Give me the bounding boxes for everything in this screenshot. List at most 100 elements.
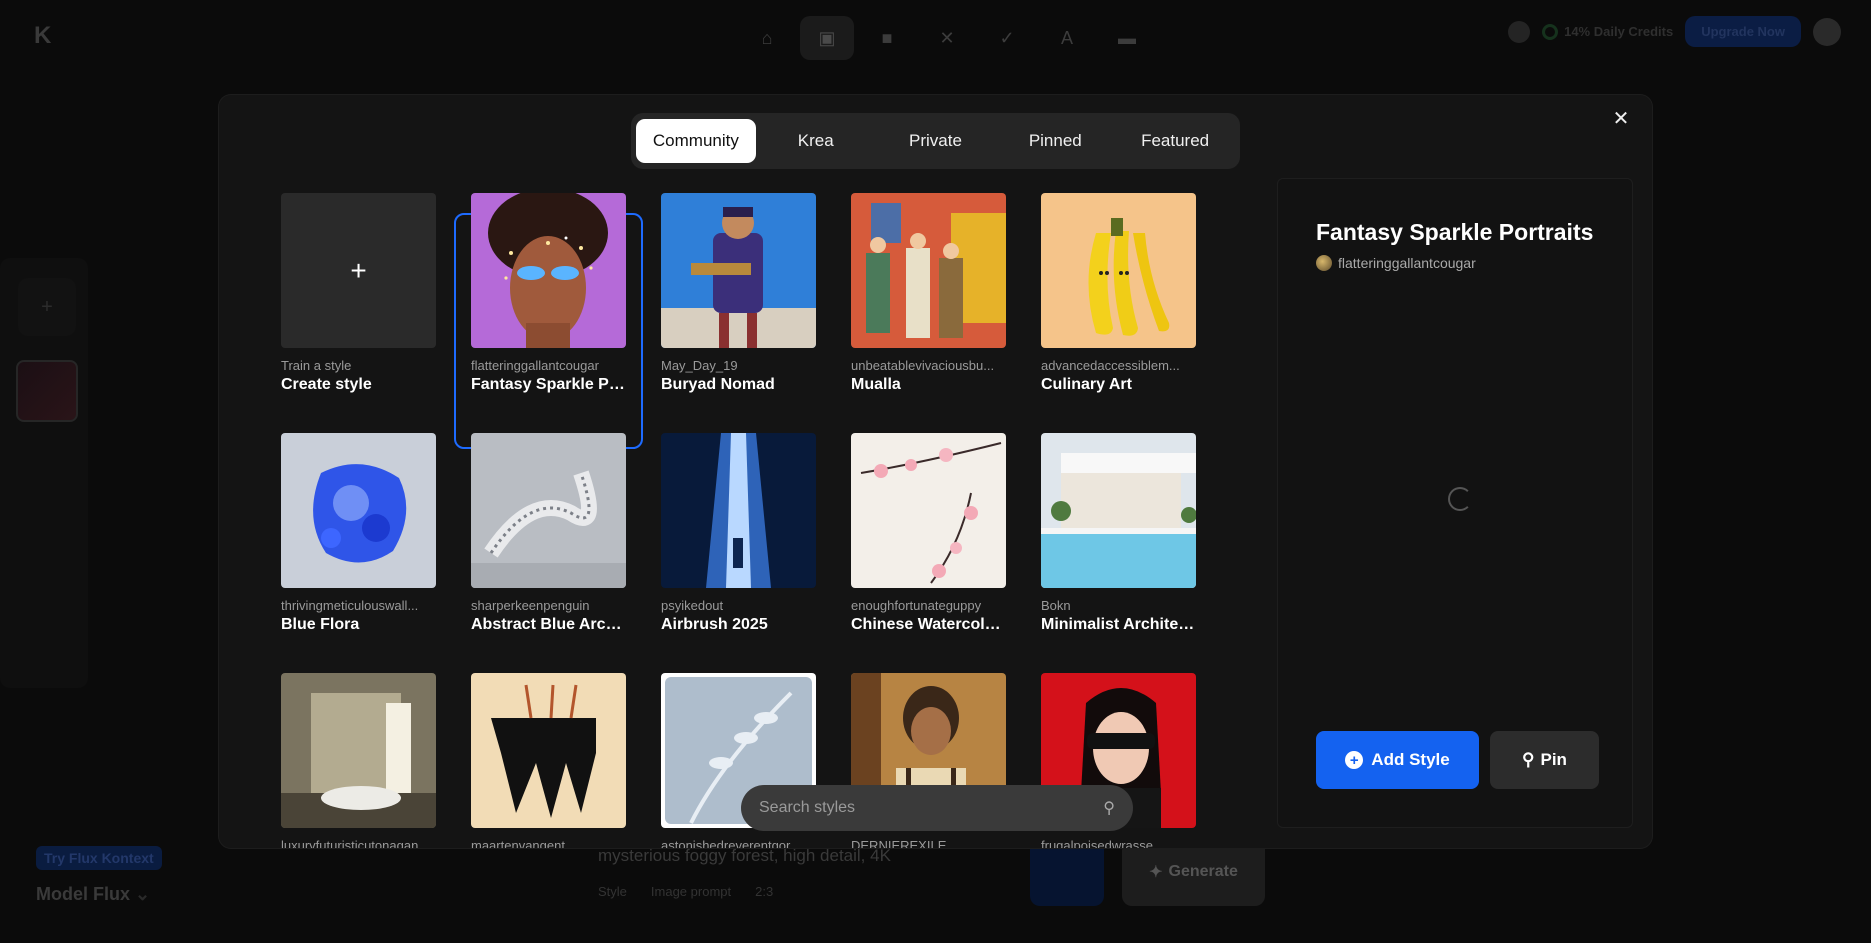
close-icon[interactable]: ✕ bbox=[1608, 105, 1634, 131]
card-title: Chinese Watercolo... bbox=[851, 616, 1006, 633]
tab-private[interactable]: Private bbox=[876, 119, 996, 163]
video-icon[interactable]: ■ bbox=[860, 16, 914, 60]
card-title: Create style bbox=[281, 376, 372, 393]
style-card[interactable]: enoughfortunateguppy Chinese Watercolo..… bbox=[851, 433, 1006, 634]
style-thumbnail bbox=[661, 433, 816, 588]
style-card[interactable]: Bokn Minimalist Architec... bbox=[1041, 433, 1196, 634]
style-thumbnail bbox=[661, 193, 816, 348]
image-icon[interactable]: ▣ bbox=[800, 16, 854, 60]
style-card[interactable]: May_Day_19 Buryad Nomad bbox=[661, 193, 816, 394]
prompt-chips: Style Image prompt 2:3 bbox=[598, 884, 1018, 899]
credits-indicator[interactable]: 14% Daily Credits bbox=[1542, 23, 1674, 40]
credits-text: 14% Daily Credits bbox=[1564, 24, 1674, 39]
style-card[interactable]: psyikedout Airbrush 2025 bbox=[661, 433, 816, 634]
style-thumbnail bbox=[851, 433, 1006, 588]
user-avatar[interactable] bbox=[1813, 17, 1841, 46]
card-author: Train a style bbox=[281, 358, 352, 373]
card-author: psyikedout bbox=[661, 598, 724, 613]
card-title: Culinary Art bbox=[1041, 376, 1132, 393]
add-style-label: Add Style bbox=[1371, 750, 1450, 769]
tab-community[interactable]: Community bbox=[636, 119, 756, 163]
model-selector[interactable]: Model Flux ⌄ bbox=[36, 884, 162, 905]
style-grid: + Train a style Create style flatteringg… bbox=[281, 193, 1241, 848]
card-author: thrivingmeticulouswall... bbox=[281, 598, 419, 613]
pin-icon: ⚲ bbox=[1522, 750, 1535, 769]
style-tabs: Community Krea Private Pinned Featured bbox=[631, 113, 1240, 169]
tab-krea[interactable]: Krea bbox=[756, 119, 876, 163]
card-author: advancedaccessiblem... bbox=[1041, 358, 1180, 373]
card-author: unbeatablevivaciousbu... bbox=[851, 358, 995, 373]
plus-icon: + bbox=[281, 193, 436, 348]
aspect-ratio-chip[interactable]: 2:3 bbox=[755, 884, 773, 899]
prompt-input[interactable]: mysterious foggy forest, high detail, 4K bbox=[598, 846, 1018, 866]
card-title: Abstract Blue Archi... bbox=[471, 616, 626, 633]
search-input[interactable] bbox=[759, 799, 1104, 817]
image-prompt-chip[interactable]: Image prompt bbox=[651, 884, 731, 899]
search-icon[interactable]: ⚲ bbox=[1103, 798, 1115, 818]
top-bar: K ⌂ ▣ ■ ✕ ✓ A ▬ 14% Daily Credits Upgrad… bbox=[0, 0, 1871, 68]
theme-toggle-icon[interactable] bbox=[1508, 20, 1531, 43]
card-title: Fantasy Sparkle Po... bbox=[471, 376, 626, 393]
card-author: astonishedreverentgor... bbox=[661, 838, 801, 848]
search-bar: ⚲ bbox=[741, 785, 1133, 831]
card-title: Buryad Nomad bbox=[661, 376, 775, 393]
card-author: sharperkeenpenguin bbox=[471, 598, 590, 613]
detail-author[interactable]: flatteringgallantcougar bbox=[1316, 255, 1476, 271]
add-style-button[interactable]: + Add Style bbox=[1316, 731, 1479, 789]
card-title: Mualla bbox=[851, 376, 901, 393]
style-card[interactable]: luxuryfuturisticutonagan bbox=[281, 673, 436, 848]
model-label: Model bbox=[36, 884, 88, 904]
home-icon[interactable]: ⌂ bbox=[740, 16, 794, 60]
style-card[interactable]: maartenvangent bbox=[471, 673, 626, 848]
prompt-area: mysterious foggy forest, high detail, 4K… bbox=[598, 840, 1018, 940]
card-author: luxuryfuturisticutonagan bbox=[281, 838, 419, 848]
top-right-area: 14% Daily Credits Upgrade Now bbox=[1508, 16, 1841, 47]
history-thumbnail[interactable] bbox=[16, 360, 78, 422]
card-author: May_Day_19 bbox=[661, 358, 738, 373]
loading-spinner-icon bbox=[1448, 487, 1472, 511]
plus-circle-icon: + bbox=[1345, 751, 1364, 769]
author-avatar bbox=[1316, 255, 1332, 271]
brush-icon[interactable]: ✓ bbox=[980, 16, 1034, 60]
card-author: enoughfortunateguppy bbox=[851, 598, 982, 613]
enhance-icon[interactable]: ✕ bbox=[920, 16, 974, 60]
train-icon[interactable]: A bbox=[1040, 16, 1094, 60]
style-detail-panel: Fantasy Sparkle Portraits flatteringgall… bbox=[1277, 178, 1633, 828]
card-author: maartenvangent bbox=[471, 838, 565, 848]
style-card[interactable]: thrivingmeticulouswall... Blue Flora bbox=[281, 433, 436, 634]
new-generation-button[interactable]: + bbox=[18, 278, 76, 336]
folder-icon[interactable]: ▬ bbox=[1100, 16, 1154, 60]
style-card[interactable]: unbeatablevivaciousbu... Mualla bbox=[851, 193, 1006, 394]
card-author: frugalpoisedwrasse bbox=[1041, 838, 1154, 848]
style-card[interactable]: flatteringgallantcougar Fantasy Sparkle … bbox=[471, 193, 626, 394]
style-thumbnail bbox=[471, 673, 626, 828]
style-card[interactable]: advancedaccessiblem... Culinary Art bbox=[1041, 193, 1196, 394]
app-page: K ⌂ ▣ ■ ✕ ✓ A ▬ 14% Daily Credits Upgrad… bbox=[0, 0, 1871, 943]
style-chip[interactable]: Style bbox=[598, 884, 627, 899]
create-style-card[interactable]: + Train a style Create style bbox=[281, 193, 436, 394]
style-thumbnail bbox=[471, 433, 626, 588]
detail-title: Fantasy Sparkle Portraits bbox=[1316, 219, 1594, 245]
style-thumbnail bbox=[1041, 193, 1196, 348]
tab-featured[interactable]: Featured bbox=[1115, 119, 1235, 163]
style-card[interactable]: sharperkeenpenguin Abstract Blue Archi..… bbox=[471, 433, 626, 634]
style-thumbnail bbox=[851, 193, 1006, 348]
card-title: Minimalist Architec... bbox=[1041, 616, 1196, 633]
generate-button[interactable]: ✦ Generate bbox=[1122, 838, 1265, 906]
tab-pinned[interactable]: Pinned bbox=[995, 119, 1115, 163]
upgrade-button[interactable]: Upgrade Now bbox=[1685, 16, 1801, 47]
try-flux-kontext-badge[interactable]: Try Flux Kontext bbox=[36, 846, 162, 870]
model-value: Flux bbox=[93, 884, 131, 904]
model-area: Try Flux Kontext Model Flux ⌄ bbox=[36, 846, 162, 905]
generate-label: Generate bbox=[1168, 863, 1238, 880]
style-preview-box[interactable] bbox=[1030, 838, 1104, 906]
card-title: Airbrush 2025 bbox=[661, 616, 768, 633]
card-title: Blue Flora bbox=[281, 616, 360, 633]
card-author: flatteringgallantcougar bbox=[471, 358, 599, 373]
style-thumbnail bbox=[281, 433, 436, 588]
pin-label: Pin bbox=[1540, 750, 1567, 769]
krea-logo-icon[interactable]: K bbox=[34, 22, 54, 49]
styles-modal: ✕ Community Krea Private Pinned Featured… bbox=[219, 95, 1652, 848]
pin-button[interactable]: ⚲ Pin bbox=[1490, 731, 1599, 789]
credits-ring-icon bbox=[1542, 23, 1559, 40]
